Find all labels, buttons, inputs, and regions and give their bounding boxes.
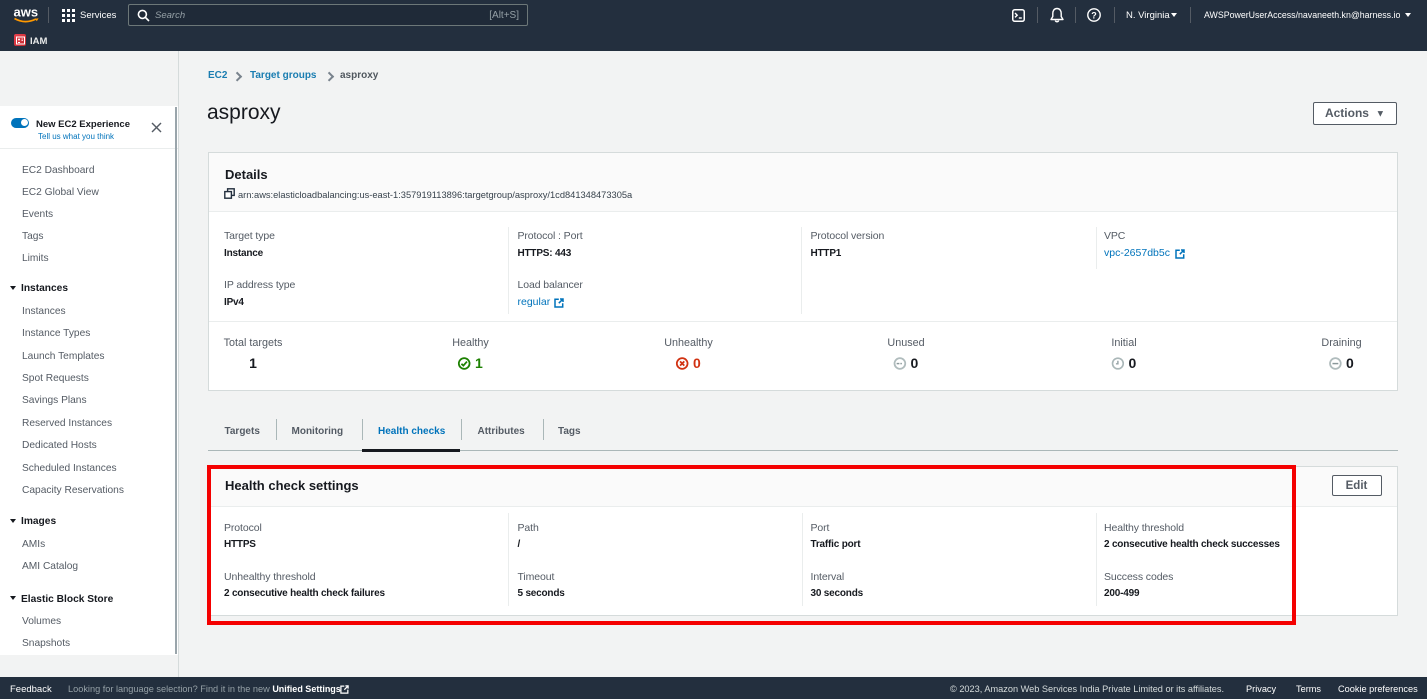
svg-text:aws: aws bbox=[14, 5, 39, 20]
svg-text:?: ? bbox=[1091, 10, 1097, 20]
